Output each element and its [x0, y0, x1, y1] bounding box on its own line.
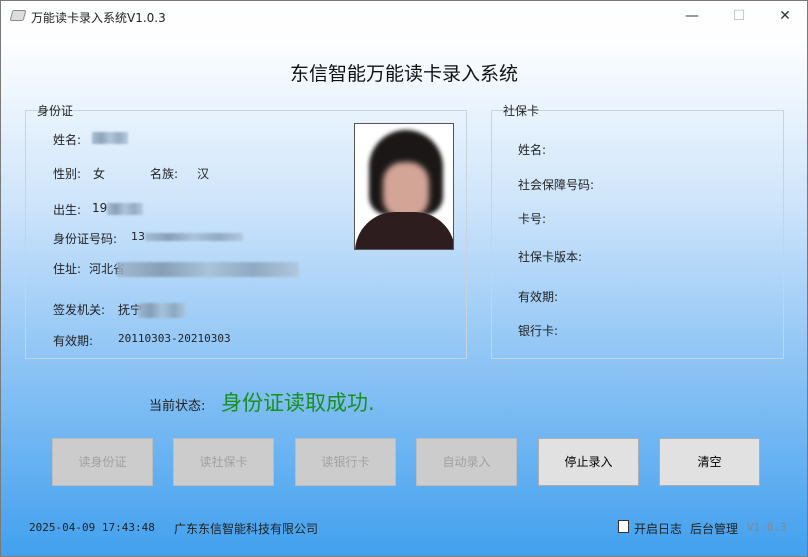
id-photo — [354, 123, 454, 250]
birth-value-text: 19 — [92, 201, 108, 215]
authority-value: 抚宁 — [118, 301, 187, 318]
sc-bank-card-label: 银行卡: — [518, 324, 559, 338]
version-label: V1.0.3 — [747, 521, 787, 534]
window-title: 万能读卡录入系统V1.0.3 — [31, 11, 166, 25]
app-window: 万能读卡录入系统V1.0.3 — ☐ ✕ 东信智能万能读卡录入系统 身份证 姓名… — [0, 0, 808, 557]
sc-card-no-label: 卡号: — [518, 212, 547, 226]
address-value: 河北省 — [89, 260, 300, 277]
address-label: 住址: — [53, 262, 82, 276]
title-bar: 万能读卡录入系统V1.0.3 — ☐ ✕ — [1, 1, 807, 32]
name-value — [92, 130, 128, 144]
sc-ssn-label: 社会保障号码: — [518, 178, 595, 192]
name-label: 姓名: — [53, 133, 82, 147]
status-value: 身份证读取成功. — [221, 391, 375, 415]
authority-label: 签发机关: — [53, 303, 106, 317]
read-bank-card-button[interactable]: 读银行卡 — [295, 438, 396, 486]
page-title: 东信智能万能读卡录入系统 — [289, 63, 518, 85]
read-social-card-button[interactable]: 读社保卡 — [173, 438, 274, 486]
log-checkbox-label[interactable]: 开启日志 — [634, 520, 682, 537]
clear-button[interactable]: 清空 — [659, 438, 760, 486]
sc-name-label: 姓名: — [518, 143, 547, 157]
sc-version-label: 社保卡版本: — [518, 250, 583, 264]
group-label: 身份证 — [37, 104, 74, 118]
admin-link[interactable]: 后台管理 — [690, 520, 738, 537]
close-button[interactable]: ✕ — [770, 5, 800, 27]
photo-face — [383, 162, 429, 218]
validity-label: 有效期: — [53, 334, 94, 348]
birth-label: 出生: — [53, 203, 82, 217]
card-reader-icon — [9, 10, 27, 21]
status-label: 当前状态: — [149, 399, 206, 414]
stop-entry-button[interactable]: 停止录入 — [538, 438, 639, 486]
company-name: 广东东信智能科技有限公司 — [174, 522, 319, 536]
ethnicity-value: 汉 — [197, 167, 210, 181]
minimize-button[interactable]: — — [677, 5, 707, 27]
sc-validity-label: 有效期: — [518, 290, 559, 304]
log-checkbox[interactable] — [618, 520, 629, 533]
read-id-card-button[interactable]: 读身份证 — [52, 438, 153, 486]
validity-value: 20110303-20210303 — [118, 332, 231, 345]
gender-value: 女 — [93, 167, 106, 181]
id-number-text: 13 — [131, 230, 145, 243]
id-number-value: 13 — [131, 230, 243, 243]
datetime: 2025-04-09 17:43:48 — [29, 521, 155, 534]
auto-entry-button[interactable]: 自动录入 — [416, 438, 517, 486]
photo-body — [355, 212, 453, 249]
gender-label: 性别: — [53, 167, 82, 181]
ethnicity-label: 名族: — [150, 167, 179, 181]
group-label: 社保卡 — [503, 104, 540, 118]
maximize-button[interactable]: ☐ — [724, 5, 754, 27]
birth-value: 19 — [92, 201, 144, 215]
id-number-label: 身份证号码: — [53, 232, 118, 246]
